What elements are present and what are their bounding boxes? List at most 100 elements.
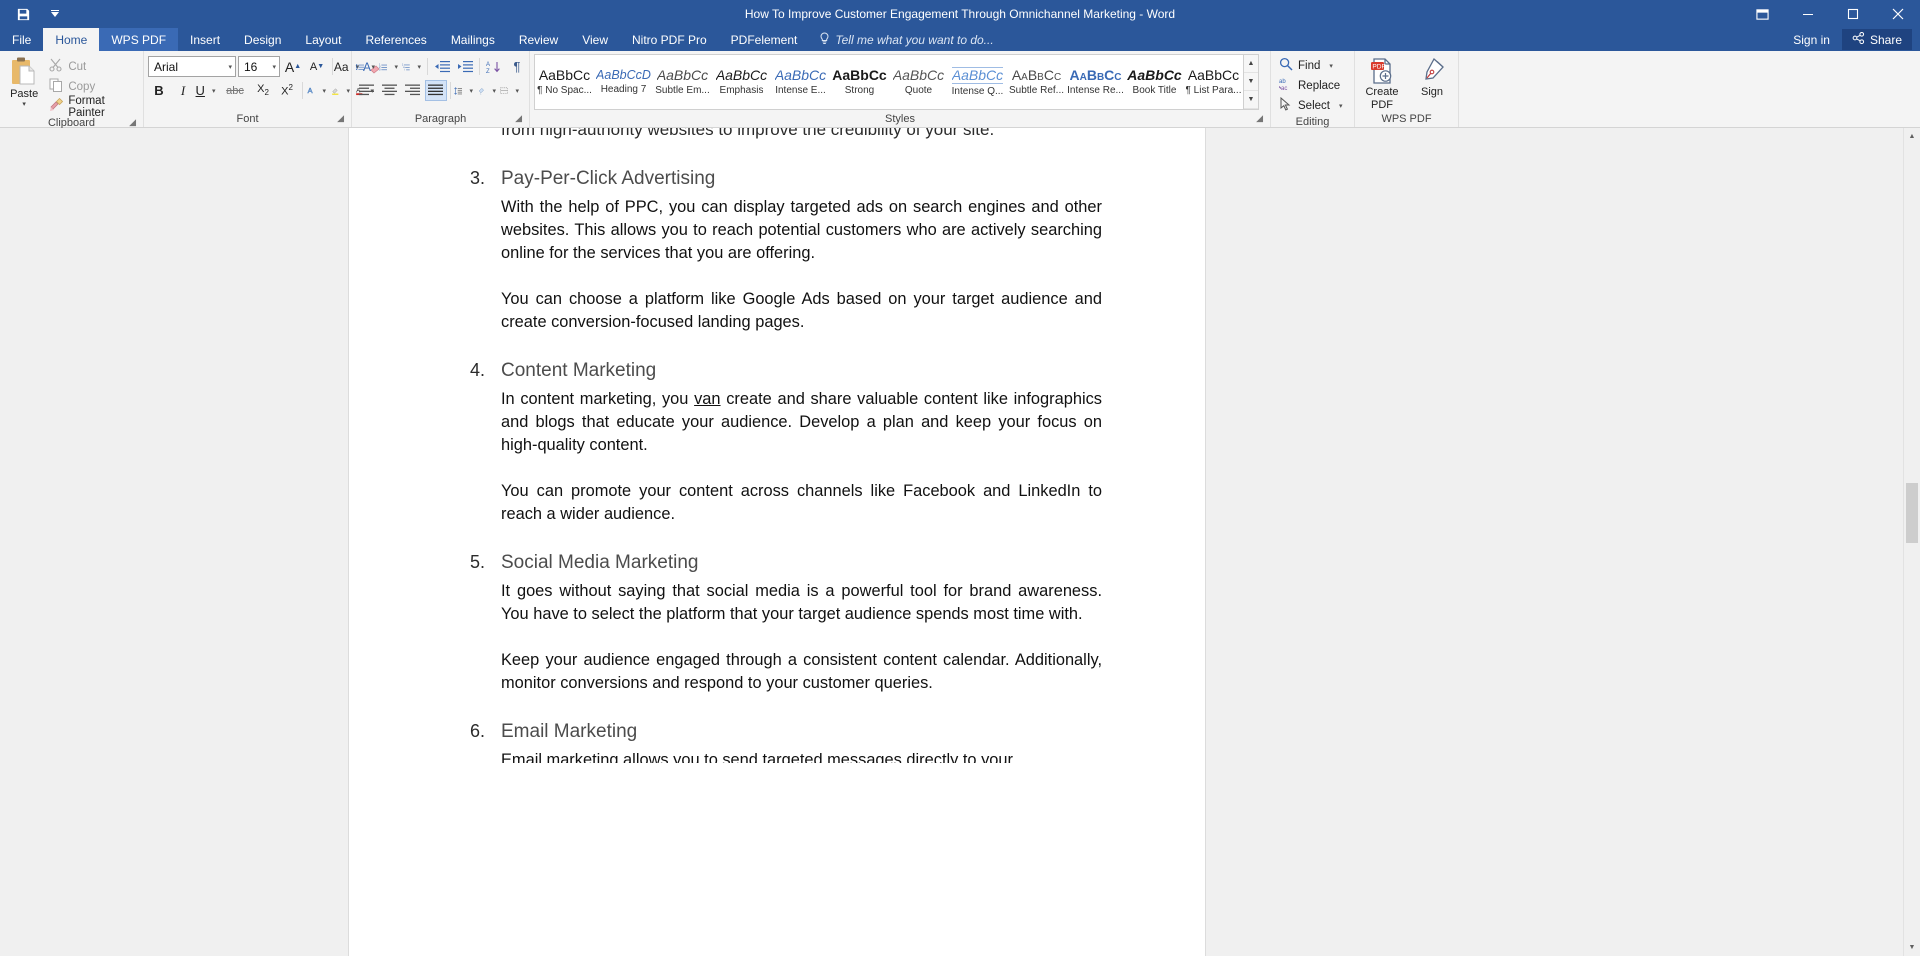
document-content[interactable]: from high-authority websites to improve … <box>349 128 1205 763</box>
shading-icon[interactable]: ▾ <box>477 80 499 101</box>
bullets-icon[interactable]: ▾ <box>356 56 378 77</box>
cut-button[interactable]: Cut <box>46 57 139 76</box>
font-size-value: 16 <box>244 59 258 74</box>
styles-scroll-up-icon[interactable]: ▲ <box>1244 55 1258 73</box>
tab-nitro-pdf-pro[interactable]: Nitro PDF Pro <box>620 28 719 51</box>
scroll-down-icon[interactable]: ▼ <box>1904 939 1920 956</box>
tab-insert[interactable]: Insert <box>178 28 232 51</box>
save-icon[interactable] <box>12 3 34 25</box>
style-item-intense-quote[interactable]: AaBbCc Intense Q... <box>948 55 1007 109</box>
sign-in-button[interactable]: Sign in <box>1783 33 1840 47</box>
style-item-subtle-emphasis[interactable]: AaBbCc Subtle Em... <box>653 55 712 109</box>
styles-more-icon[interactable]: ▼ <box>1244 91 1258 109</box>
style-item-no-spacing[interactable]: AaBbCc ¶ No Spac... <box>535 55 594 109</box>
scroll-up-icon[interactable]: ▲ <box>1904 128 1920 145</box>
style-preview: AaBbCc <box>951 66 1004 85</box>
underline-button[interactable]: U ▾ <box>196 80 218 101</box>
chevron-down-icon[interactable]: ▾ <box>1339 102 1343 110</box>
maximize-icon[interactable] <box>1830 0 1875 28</box>
align-left-icon[interactable] <box>356 80 378 101</box>
align-right-icon[interactable] <box>402 80 424 101</box>
sign-button[interactable]: Sign <box>1409 56 1455 111</box>
paragraph-dialog-launcher[interactable]: ◢ <box>515 111 522 126</box>
chevron-down-icon[interactable]: ▾ <box>1329 62 1333 70</box>
styles-dialog-launcher[interactable]: ◢ <box>1256 111 1263 126</box>
section-number-4: 4. <box>470 360 486 380</box>
scrollbar-thumb[interactable] <box>1906 483 1918 543</box>
style-item-intense-emphasis[interactable]: AaBbCc Intense E... <box>771 55 830 109</box>
style-item-strong[interactable]: AaBbCc Strong <box>830 55 889 109</box>
show-formatting-marks-icon[interactable]: ¶ <box>506 56 528 77</box>
create-pdf-button[interactable]: PDF Create PDF <box>1359 56 1405 111</box>
tab-design[interactable]: Design <box>232 28 293 51</box>
grow-font-icon[interactable]: A ▲ <box>282 56 304 77</box>
italic-icon[interactable]: I <box>172 80 194 101</box>
tab-pdfelement[interactable]: PDFelement <box>719 28 810 51</box>
font-size-combo[interactable]: 16 ▾ <box>238 56 280 77</box>
style-label: Subtle Ref... <box>1008 85 1065 97</box>
style-item-heading-7[interactable]: AaBbCcD Heading 7 <box>594 55 653 109</box>
divider <box>332 58 333 75</box>
style-item-intense-reference[interactable]: AaBbCc Intense Re... <box>1066 55 1125 109</box>
section-5-paragraph-1: It goes without saying that social media… <box>501 582 1102 623</box>
customize-qat-icon[interactable] <box>44 3 66 25</box>
chevron-down-icon: ▾ <box>228 63 232 71</box>
change-case-label: Aa <box>333 59 349 74</box>
styles-scroll-down-icon[interactable]: ▼ <box>1244 73 1258 91</box>
align-center-icon[interactable] <box>379 80 401 101</box>
text-effects-icon[interactable]: A ▾ <box>307 80 329 101</box>
font-dialog-launcher[interactable]: ◢ <box>337 111 344 126</box>
strikethrough-icon[interactable]: abc <box>220 80 250 101</box>
ribbon-display-options-icon[interactable] <box>1740 0 1785 28</box>
vertical-scrollbar[interactable]: ▲ ▼ <box>1903 128 1920 956</box>
justify-icon[interactable] <box>425 80 447 101</box>
svg-text:Z: Z <box>486 69 490 74</box>
text-highlight-color-icon[interactable]: ▾ <box>331 80 353 101</box>
numbering-icon[interactable]: 123 ▾ <box>379 56 401 77</box>
section-heading-3: 3. Pay-Per-Click Advertising <box>470 168 1102 190</box>
style-item-emphasis[interactable]: AaBbCc Emphasis <box>712 55 771 109</box>
tab-references[interactable]: References <box>353 28 438 51</box>
format-painter-button[interactable]: Format Painter <box>46 94 139 119</box>
close-icon[interactable] <box>1875 0 1920 28</box>
tab-view[interactable]: View <box>570 28 620 51</box>
document-page[interactable]: from high-authority websites to improve … <box>349 128 1205 956</box>
line-spacing-icon[interactable]: ▾ <box>454 80 476 101</box>
format-painter-label: Format Painter <box>68 94 105 119</box>
tab-mailings[interactable]: Mailings <box>439 28 507 51</box>
multilevel-list-icon[interactable]: 1ai ▾ <box>402 56 424 77</box>
font-name-combo[interactable]: Arial ▾ <box>148 56 236 77</box>
document-area[interactable]: from high-authority websites to improve … <box>0 128 1920 956</box>
borders-icon[interactable]: ▾ <box>500 80 522 101</box>
copy-button[interactable]: Copy <box>46 77 139 96</box>
share-label: Share <box>1869 32 1902 47</box>
tab-review[interactable]: Review <box>507 28 570 51</box>
increase-indent-icon[interactable] <box>454 56 476 77</box>
select-button[interactable]: Select ▾ <box>1275 96 1346 115</box>
style-item-list-paragraph[interactable]: AaBbCc ¶ List Para... <box>1184 55 1243 109</box>
style-item-subtle-reference[interactable]: AaBbCc Subtle Ref... <box>1007 55 1066 109</box>
superscript-icon[interactable]: X2 <box>276 80 298 101</box>
tab-home[interactable]: Home <box>43 28 100 51</box>
tell-me-search[interactable]: Tell me what you want to do... <box>809 28 994 51</box>
styles-gallery[interactable]: AaBbCc ¶ No Spac... AaBbCcD Heading 7 Aa… <box>534 54 1259 110</box>
shrink-font-icon[interactable]: A ▼ <box>306 56 328 77</box>
style-item-book-title[interactable]: AaBbCc Book Title <box>1125 55 1184 109</box>
replace-button[interactable]: ab ac Replace <box>1275 76 1346 95</box>
tab-layout[interactable]: Layout <box>293 28 353 51</box>
subscript-icon[interactable]: X2 <box>252 80 274 101</box>
minimize-icon[interactable] <box>1785 0 1830 28</box>
share-button[interactable]: Share <box>1841 29 1912 50</box>
styles-gallery-scrollbar[interactable]: ▲ ▼ ▼ <box>1243 55 1258 109</box>
clipped-top-line: from high-authority websites to improve … <box>501 128 1102 142</box>
find-button[interactable]: Find ▾ <box>1275 56 1346 75</box>
decrease-indent-icon[interactable] <box>431 56 453 77</box>
style-preview: AaBbCc <box>1011 67 1062 83</box>
tab-wps-pdf[interactable]: WPS PDF <box>99 28 179 51</box>
sort-icon[interactable]: AZ <box>483 56 505 77</box>
tab-file[interactable]: File <box>0 28 44 51</box>
bold-icon[interactable]: B <box>148 80 170 101</box>
paste-button[interactable]: Paste ▾ <box>4 54 44 116</box>
ribbon-tabs: File Home WPS PDF Insert Design Layout R… <box>0 28 1920 51</box>
style-item-quote[interactable]: AaBbCc Quote <box>889 55 948 109</box>
